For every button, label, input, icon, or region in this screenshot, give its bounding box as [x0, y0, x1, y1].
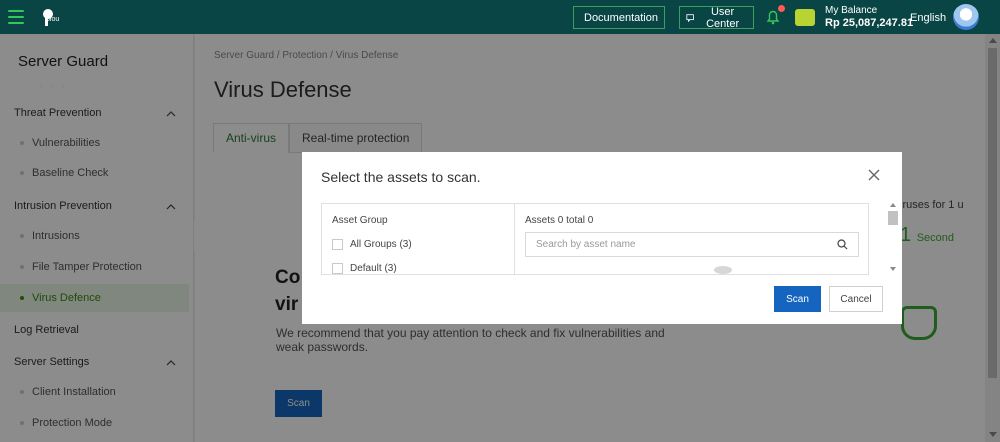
menu-icon[interactable] — [8, 10, 24, 24]
group-option-label: Default (3) — [350, 263, 397, 274]
documentation-button[interactable]: Documentation — [573, 6, 665, 29]
scroll-up-arrow-icon[interactable] — [890, 203, 896, 207]
chat-icon — [686, 13, 694, 22]
group-option-label: All Groups (3) — [350, 239, 412, 250]
logo-text: plou — [46, 16, 60, 23]
avatar[interactable] — [953, 4, 979, 30]
checkbox[interactable] — [332, 239, 343, 250]
top-bar: plou Documentation User Center My Balanc… — [0, 0, 1000, 34]
scroll-down-arrow-icon[interactable] — [890, 267, 896, 271]
asset-group-header: Asset Group — [332, 215, 388, 226]
brand-logo[interactable]: plou — [40, 8, 64, 28]
wallet-icon[interactable] — [795, 9, 815, 26]
close-icon[interactable] — [867, 168, 881, 182]
language-selector[interactable]: English — [910, 12, 946, 24]
select-assets-dialog: Select the assets to scan. Asset Group A… — [302, 152, 902, 324]
asset-group-column: Asset Group All Groups (3) Default (3) — [322, 204, 515, 274]
dialog-cancel-button[interactable]: Cancel — [829, 286, 883, 312]
notification-dot — [778, 5, 785, 12]
balance-label: My Balance — [825, 5, 878, 16]
dialog-title: Select the assets to scan. — [321, 169, 481, 185]
balance-amount: Rp 25,087,247.81 — [825, 17, 914, 29]
scroll-thumb[interactable] — [888, 211, 898, 225]
asset-picker: Asset Group All Groups (3) Default (3) A… — [321, 203, 869, 275]
asset-search-box[interactable] — [525, 232, 859, 257]
user-center-label: User Center — [706, 5, 740, 30]
asset-search-input[interactable] — [536, 239, 837, 250]
checkbox[interactable] — [332, 263, 343, 274]
empty-state-icon — [714, 266, 732, 274]
group-option-default[interactable]: Default (3) — [332, 263, 397, 274]
dialog-scan-button[interactable]: Scan — [774, 286, 821, 312]
group-option-all-groups[interactable]: All Groups (3) — [332, 239, 412, 250]
documentation-label: Documentation — [584, 11, 658, 24]
user-center-button[interactable]: User Center — [679, 5, 754, 30]
dialog-scrollbar[interactable] — [888, 203, 898, 275]
search-icon[interactable] — [837, 239, 848, 250]
balance-display[interactable]: My Balance Rp 25,087,247.81 — [825, 5, 913, 29]
assets-header: Assets 0 total 0 — [525, 215, 594, 226]
